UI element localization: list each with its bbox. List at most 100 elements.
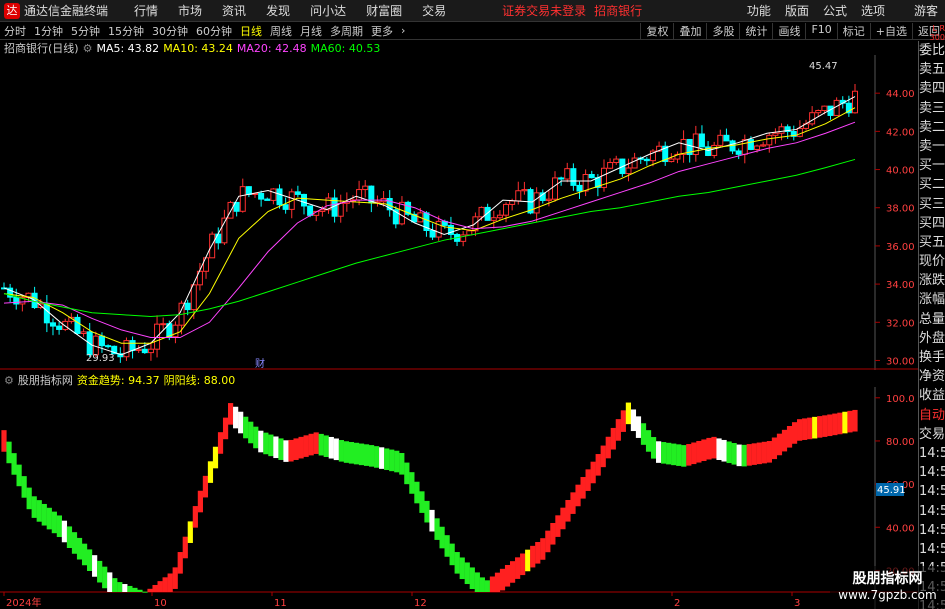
period-tab-intraday[interactable]: 分时 [4, 23, 26, 39]
multi-stock-button[interactable]: 多股 [706, 22, 739, 39]
indicator-bar [102, 566, 108, 589]
menu-layout[interactable]: 版面 [785, 2, 809, 19]
menu-formula[interactable]: 公式 [823, 2, 847, 19]
indicator-bar [162, 577, 168, 592]
candle-body [570, 168, 577, 186]
draw-line-button[interactable]: 画线 [772, 22, 805, 39]
indicator-header: ⚙ 股朋指标网 资金趋势: 94.37 阴阳线: 88.00 [0, 373, 239, 388]
indicator-bar [479, 577, 485, 592]
mark-button[interactable]: 标记 [836, 22, 870, 39]
indicator-bar [1, 430, 7, 452]
menu-function[interactable]: 功能 [747, 2, 771, 19]
indicator-bar [51, 511, 57, 534]
period-tab-1min[interactable]: 1分钟 [34, 23, 63, 39]
indicator-bar [661, 442, 667, 464]
period-tab-30min[interactable]: 30分钟 [152, 23, 188, 39]
x-tick-label: 12 [414, 598, 427, 609]
overlay-button[interactable]: 叠加 [673, 22, 706, 39]
indicator-bar [132, 587, 138, 592]
add-watchlist-button[interactable]: +自选 [869, 22, 912, 39]
period-tab-weekly[interactable]: 周线 [270, 23, 292, 39]
indicator-bar [761, 441, 767, 464]
candle-body [760, 144, 767, 147]
candle-body [172, 324, 179, 338]
candle-body [503, 203, 510, 216]
indicator-bar [36, 500, 42, 522]
y-tick-label: 100.0 [886, 394, 915, 405]
candle-body [533, 192, 540, 214]
indicator-bar [786, 426, 793, 448]
indicator-bar [620, 410, 626, 432]
indicator-bar [721, 439, 727, 462]
indicator-bar [122, 584, 128, 592]
indicator-bar [484, 580, 491, 592]
indicator-bar [656, 441, 662, 463]
period-tab-60min[interactable]: 60分钟 [196, 23, 232, 39]
candle-body [680, 138, 687, 155]
quote-panel-item: 收益 [919, 388, 945, 404]
candle-body [668, 158, 675, 163]
indicator-bar [424, 500, 430, 523]
quote-panel-item: 卖二 [919, 119, 945, 135]
indicator-bar [535, 542, 541, 564]
menu-discover[interactable]: 发现 [266, 2, 290, 19]
candle-body [98, 335, 105, 347]
period-tab-15min[interactable]: 15分钟 [108, 23, 144, 39]
login-notice[interactable]: 证券交易未登录 [502, 2, 586, 19]
menu-trade[interactable]: 交易 [422, 2, 446, 19]
main-price-chart[interactable]: 44.00 42.00 40.00 38.00 36.00 34.00 32.00 30.00… [0, 55, 918, 370]
period-tab-5min[interactable]: 5分钟 [71, 23, 100, 39]
quote-panel-item: 卖四 [919, 81, 945, 97]
quote-panel-item: 委比 [919, 43, 945, 58]
indicator-bar [127, 585, 133, 592]
menu-exchange[interactable]: 市场 [178, 2, 202, 19]
indicator-bar [313, 432, 319, 454]
ma5-label: MA5: 43.82 [96, 41, 160, 55]
indicator-bar [645, 430, 652, 452]
x-tick-label: 11 [274, 598, 287, 609]
chevron-right-icon[interactable]: › [401, 24, 405, 37]
indicator-settings-icon[interactable]: ⚙ [4, 374, 14, 387]
period-tab-more[interactable]: 更多 [371, 23, 393, 39]
financial-report-marker[interactable]: 财 [255, 357, 265, 370]
indicator-bar [97, 560, 103, 583]
indicator-bar [530, 545, 536, 568]
indicator-bar [520, 553, 526, 576]
indicator-bar [81, 543, 88, 566]
period-tab-multi[interactable]: 多周期 [330, 23, 363, 39]
indicator-bar [71, 532, 78, 554]
menu-options[interactable]: 选项 [861, 2, 885, 19]
period-tab-monthly[interactable]: 月线 [300, 23, 322, 39]
menu-assistant[interactable]: 问小达 [310, 2, 346, 19]
period-tab-daily[interactable]: 日线 [240, 23, 262, 39]
indicator-bar [368, 445, 375, 467]
indicator-bar [817, 416, 823, 438]
indicator-bar [217, 432, 224, 454]
fund-trend-label: 资金趋势: 94.37 [76, 374, 160, 387]
settings-icon[interactable]: ⚙ [83, 42, 93, 55]
indicator-bar [107, 572, 113, 592]
indicator-bar [756, 442, 762, 465]
candle-body [239, 186, 246, 212]
indicator-bar [389, 449, 395, 472]
menu-wealth[interactable]: 财富圈 [366, 2, 402, 19]
indicator-bar [394, 450, 400, 473]
statistics-button[interactable]: 统计 [739, 22, 772, 39]
y-tick-label: 40.00 [886, 166, 915, 177]
menu-news[interactable]: 资讯 [222, 2, 246, 19]
user-button[interactable]: 游客 [914, 2, 938, 19]
indicator-bar [681, 445, 687, 467]
indicator-chart[interactable]: 100.080.0060.0040.0020.00 2024年10111223 … [0, 387, 918, 609]
quote-panel-item: 外盘 [919, 330, 945, 346]
f10-button[interactable]: F10 [805, 22, 836, 39]
candle-body [643, 158, 650, 162]
restore-rights-button[interactable]: 复权 [640, 22, 673, 39]
menu-market[interactable]: 行情 [134, 2, 158, 19]
indicator-bar [726, 441, 732, 464]
candle-body [43, 303, 50, 324]
indicator-bar [338, 440, 344, 462]
indicator-bar [509, 561, 516, 583]
quote-panel-item: 净资 [919, 369, 945, 385]
x-tick-label: 2 [674, 598, 680, 609]
quote-panel-item: 14:56 [919, 445, 945, 461]
